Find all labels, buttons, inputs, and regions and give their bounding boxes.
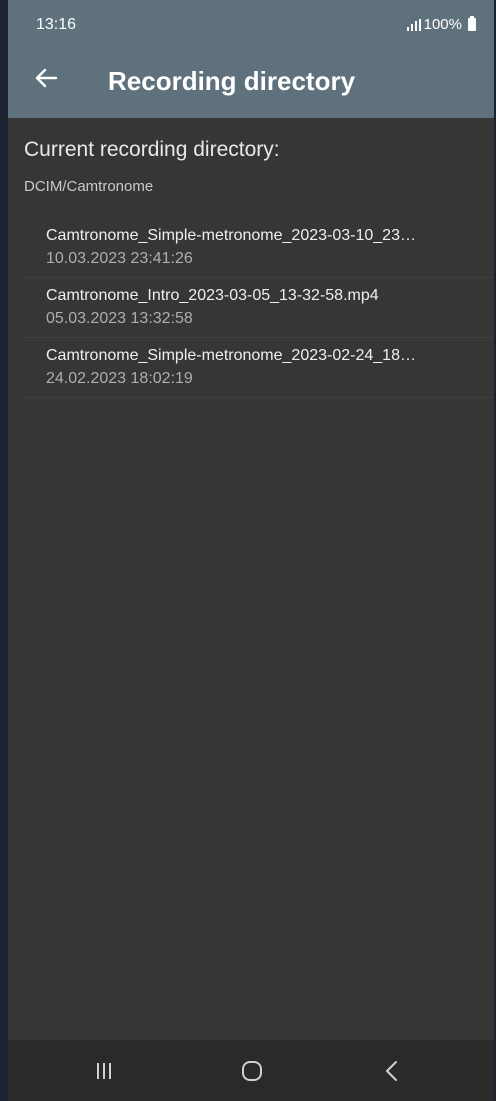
- list-item[interactable]: Camtronome_Simple-metronome_2023-02-24_1…: [24, 338, 494, 398]
- status-time: 13:16: [36, 16, 77, 33]
- home-icon[interactable]: [232, 1054, 272, 1088]
- status-indicators: 100%: [406, 16, 476, 33]
- page-title: Recording directory: [108, 66, 356, 96]
- section-title: Current recording directory:: [24, 138, 280, 161]
- status-bar: 13:16 100%: [8, 0, 494, 42]
- file-date: 24.02.2023 18:02:19: [46, 370, 193, 387]
- phone-screen: 13:16 100% Recording directory Current r…: [8, 0, 494, 1101]
- signal-icon: [406, 18, 421, 31]
- back-arrow-icon[interactable]: [30, 62, 62, 94]
- file-date: 05.03.2023 13:32:58: [46, 310, 193, 327]
- file-name: Camtronome_Simple-metronome_2023-02-24_1…: [46, 347, 416, 364]
- file-date: 10.03.2023 23:41:26: [46, 250, 193, 267]
- battery-percent: 100%: [423, 16, 462, 33]
- list-item[interactable]: Camtronome_Intro_2023-03-05_13-32-58.mp4…: [24, 278, 494, 338]
- file-name: Camtronome_Simple-metronome_2023-03-10_2…: [46, 227, 416, 244]
- back-nav-icon[interactable]: [372, 1054, 412, 1088]
- recent-apps-icon[interactable]: [84, 1054, 124, 1088]
- list-item[interactable]: Camtronome_Simple-metronome_2023-03-10_2…: [24, 216, 494, 278]
- main-content: Current recording directory: DCIM/Camtro…: [8, 118, 494, 1040]
- directory-path: DCIM/Camtronome: [24, 178, 154, 195]
- navigation-bar: [8, 1040, 494, 1101]
- file-name: Camtronome_Intro_2023-03-05_13-32-58.mp4: [46, 287, 379, 304]
- app-bar: Recording directory: [8, 42, 494, 118]
- file-list: Camtronome_Simple-metronome_2023-03-10_2…: [24, 216, 494, 398]
- battery-icon: [468, 16, 476, 31]
